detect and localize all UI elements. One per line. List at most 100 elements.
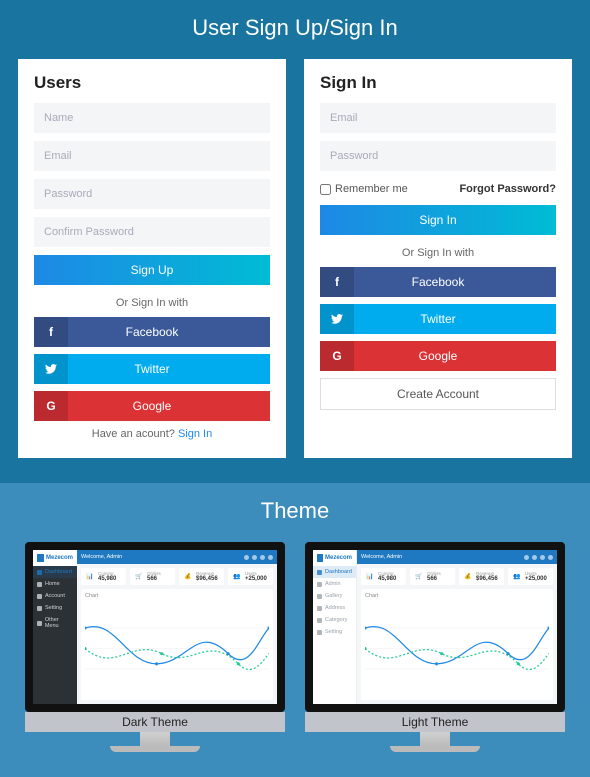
sidebar-item-account[interactable]: Account: [33, 590, 77, 602]
auth-section-title: User Sign Up/Sign In: [0, 15, 590, 41]
remember-row: Remember me Forgot Password?: [320, 183, 556, 195]
menu-icon: [37, 606, 42, 611]
twitter-icon: [320, 304, 354, 334]
sidebar-item-label: Address: [325, 605, 345, 611]
password-field[interactable]: [34, 179, 270, 209]
topbar: Welcome, Admin: [357, 550, 557, 564]
auth-section: User Sign Up/Sign In Users Sign Up Or Si…: [0, 0, 590, 483]
topbar-label: Welcome, Admin: [81, 554, 122, 560]
remember-label[interactable]: Remember me: [320, 183, 408, 195]
signup-card: Users Sign Up Or Sign In with f Facebook…: [18, 59, 286, 458]
topbar-icon[interactable]: [540, 555, 545, 560]
sidebar-item-label: Account: [45, 593, 65, 599]
remember-checkbox[interactable]: [320, 184, 331, 195]
sidebar-item-setting[interactable]: Setting: [313, 626, 356, 638]
brand-logo: Mezecom: [33, 550, 77, 566]
signup-footer: Have an acount? Sign In: [34, 428, 270, 440]
dark-sidebar: Mezecom Dashboard Home Account Setting O…: [33, 550, 77, 704]
sidebar-item-address[interactable]: Address: [313, 602, 356, 614]
menu-icon: [37, 570, 42, 575]
chart-icon: [85, 601, 269, 696]
stat-value: 566: [427, 576, 441, 582]
sidebar-item-home[interactable]: Home: [33, 578, 77, 590]
signin-facebook-button[interactable]: f Facebook: [320, 267, 556, 297]
stats-row: 📊Coming45,980🛒Orders566💰Revenue$96,456👥U…: [77, 564, 277, 589]
sidebar-item-category[interactable]: Category: [313, 614, 356, 626]
stat-icon: 📊: [365, 572, 375, 582]
email-field[interactable]: [34, 141, 270, 171]
twitter-label: Twitter: [134, 362, 169, 376]
monitor-stand: Dark Theme: [25, 712, 285, 752]
facebook-button[interactable]: f Facebook: [34, 317, 270, 347]
stat-icon: 👥: [512, 572, 522, 582]
stat-icon: 👥: [232, 572, 242, 582]
signin-facebook-label: Facebook: [412, 275, 465, 289]
signin-card: Sign In Remember me Forgot Password? Sig…: [304, 59, 572, 458]
stat-tile: 💰Revenue$96,456: [179, 568, 224, 585]
signin-button[interactable]: Sign In: [320, 205, 556, 235]
signin-email-field[interactable]: [320, 103, 556, 133]
stat-value: 45,980: [378, 576, 396, 582]
stat-text: Coming45,980: [378, 571, 396, 582]
topbar-icon[interactable]: [524, 555, 529, 560]
signup-button[interactable]: Sign Up: [34, 255, 270, 285]
sidebar-item-label: Gallery: [325, 593, 342, 599]
stat-text: Users+25,000: [525, 571, 547, 582]
stat-text: Orders566: [147, 571, 161, 582]
signin-or-text: Or Sign In with: [320, 247, 556, 259]
sidebar-item-label: Other Menu: [45, 617, 73, 629]
topbar-icon[interactable]: [548, 555, 553, 560]
topbar-icon[interactable]: [260, 555, 265, 560]
auth-cards-row: Users Sign Up Or Sign In with f Facebook…: [0, 59, 590, 458]
light-theme-screen: Mezecom Dashboard Admin Gallery Address …: [305, 542, 565, 712]
sidebar-item-admin[interactable]: Admin: [313, 578, 356, 590]
topbar-icon[interactable]: [252, 555, 257, 560]
facebook-icon: f: [34, 317, 68, 347]
sidebar-item-label: Home: [45, 581, 60, 587]
signin-twitter-label: Twitter: [420, 312, 455, 326]
sidebar-item-dashboard[interactable]: Dashboard: [313, 566, 356, 578]
sidebar-item-label: Setting: [45, 605, 62, 611]
remember-text: Remember me: [335, 183, 408, 195]
twitter-button[interactable]: Twitter: [34, 354, 270, 384]
name-field[interactable]: [34, 103, 270, 133]
google-icon: G: [320, 341, 354, 371]
chart-icon: [365, 601, 549, 696]
stat-value: 566: [147, 576, 161, 582]
light-theme-label: Light Theme: [305, 712, 565, 732]
create-account-button[interactable]: Create Account: [320, 378, 556, 410]
sidebar-item-gallery[interactable]: Gallery: [313, 590, 356, 602]
menu-icon: [317, 630, 322, 635]
menu-icon: [317, 594, 322, 599]
stat-text: Users+25,000: [245, 571, 267, 582]
sidebar-item-dashboard[interactable]: Dashboard: [33, 566, 77, 578]
signup-title: Users: [34, 73, 270, 93]
chart-panel: Chart: [361, 589, 553, 700]
topbar-icon[interactable]: [268, 555, 273, 560]
forgot-password-link[interactable]: Forgot Password?: [459, 183, 556, 195]
stats-row: 📊Coming45,980🛒Orders566💰Revenue$96,456👥U…: [357, 564, 557, 589]
sidebar-item-setting[interactable]: Setting: [33, 602, 77, 614]
signin-twitter-button[interactable]: Twitter: [320, 304, 556, 334]
sidebar-item-label: Admin: [325, 581, 341, 587]
signin-password-field[interactable]: [320, 141, 556, 171]
stat-icon: 📊: [85, 572, 95, 582]
google-button[interactable]: G Google: [34, 391, 270, 421]
stat-text: Revenue$96,456: [476, 571, 498, 582]
chart-panel: Chart: [81, 589, 273, 700]
facebook-label: Facebook: [126, 325, 179, 339]
chart-title: Chart: [85, 593, 269, 599]
signin-google-button[interactable]: G Google: [320, 341, 556, 371]
google-icon: G: [34, 391, 68, 421]
stat-text: Revenue$96,456: [196, 571, 218, 582]
topbar-icon[interactable]: [532, 555, 537, 560]
twitter-icon: [34, 354, 68, 384]
light-theme-monitor: Mezecom Dashboard Admin Gallery Address …: [305, 542, 565, 752]
signin-link[interactable]: Sign In: [178, 428, 212, 440]
topbar-icons: [244, 555, 273, 560]
confirm-password-field[interactable]: [34, 217, 270, 247]
dark-theme-monitor: Mezecom Dashboard Home Account Setting O…: [25, 542, 285, 752]
sidebar-item-other[interactable]: Other Menu: [33, 614, 77, 632]
menu-icon: [317, 618, 322, 623]
topbar-icon[interactable]: [244, 555, 249, 560]
